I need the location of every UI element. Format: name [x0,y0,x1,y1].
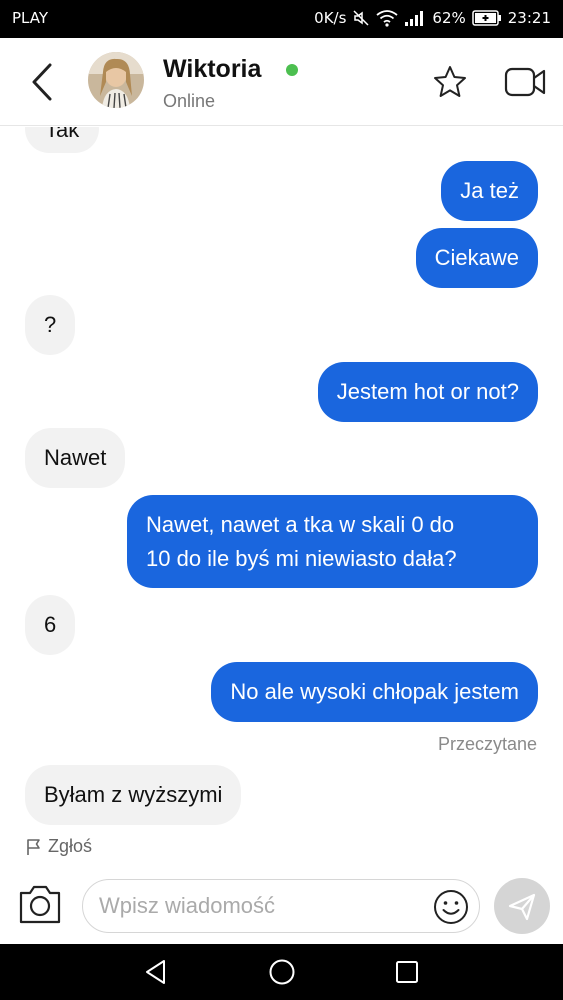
report-link[interactable]: Zgłoś [26,836,92,857]
video-call-button[interactable] [504,66,546,98]
chat-screen: PLAY 0K/s 62% 23:21 Wiktoria Online Tak … [0,0,563,1000]
emoji-button[interactable] [433,889,469,925]
report-label: Zgłoś [48,836,93,856]
nav-home-button[interactable] [268,958,296,986]
chat-header: Wiktoria Online [0,38,563,126]
message-text: Nawet [44,445,107,470]
send-icon [508,893,536,921]
read-receipt: Przeczytane [437,734,537,754]
system-nav-bar [0,944,563,1000]
status-icons: 0K/s 62% 23:21 [314,9,551,27]
avatar[interactable] [88,52,144,108]
signal-icon [404,10,426,26]
message-text: Byłam z wyższymi [44,782,223,807]
message-incoming[interactable]: 6 [25,595,76,655]
flag-icon [27,838,40,855]
status-bar: PLAY 0K/s 62% 23:21 [0,0,563,38]
wifi-icon [376,9,398,27]
chevron-left-icon [32,63,52,101]
message-outgoing[interactable]: Ja też [441,161,538,221]
back-button[interactable] [26,62,58,102]
clock: 23:21 [507,9,551,27]
contact-status: Online [163,91,216,111]
nav-recents-button[interactable] [393,958,421,986]
message-incoming[interactable]: Byłam z wyższymi [25,765,242,825]
online-indicator [286,64,298,76]
message-outgoing[interactable]: Ciekawe [415,228,538,288]
camera-button[interactable] [17,883,63,925]
message-incoming[interactable]: Nawet [25,428,126,488]
video-camera-icon [504,67,546,97]
message-list[interactable]: Tak Ja też Ciekawe ? Jestem hot or not? … [0,127,563,862]
message-text: ? [44,312,57,337]
network-speed: 0K/s [314,9,347,27]
square-recents-icon [396,961,418,983]
favorite-button[interactable] [432,64,468,100]
message-composer [0,862,563,944]
contact-name[interactable]: Wiktoria [163,55,261,84]
camera-icon [19,885,61,924]
battery-percent: 62% [432,9,466,27]
message-outgoing[interactable]: No ale wysoki chłopak jestem [211,662,538,722]
smiley-icon [434,890,468,924]
battery-icon [472,10,502,26]
message-text: Jestem hot or not? [336,379,519,404]
triangle-back-icon [146,960,165,984]
message-text: No ale wysoki chłopak jestem [230,679,519,704]
message-incoming[interactable]: ? [25,295,76,355]
message-input[interactable] [99,880,429,932]
nav-back-button[interactable] [142,958,170,986]
message-text: Tak [45,127,80,142]
carrier-label: PLAY [12,9,49,27]
message-text: Ciekawe [434,245,519,270]
message-outgoing[interactable]: Jestem hot or not? [317,362,538,422]
message-text-line: Nawet, nawet a tka w skali 0 do [146,512,455,537]
message-outgoing[interactable]: Nawet, nawet a tka w skali 0 do 10 do il… [127,495,538,588]
send-button[interactable] [494,878,550,934]
message-text-line: 10 do ile byś mi niewiasto dała? [146,546,457,571]
circle-home-icon [269,959,295,985]
message-text: 6 [44,612,57,637]
message-text: Ja też [460,178,519,203]
message-incoming[interactable]: Tak [25,127,100,153]
message-input-container [82,879,480,933]
star-icon [434,66,466,97]
mute-icon [352,9,370,27]
